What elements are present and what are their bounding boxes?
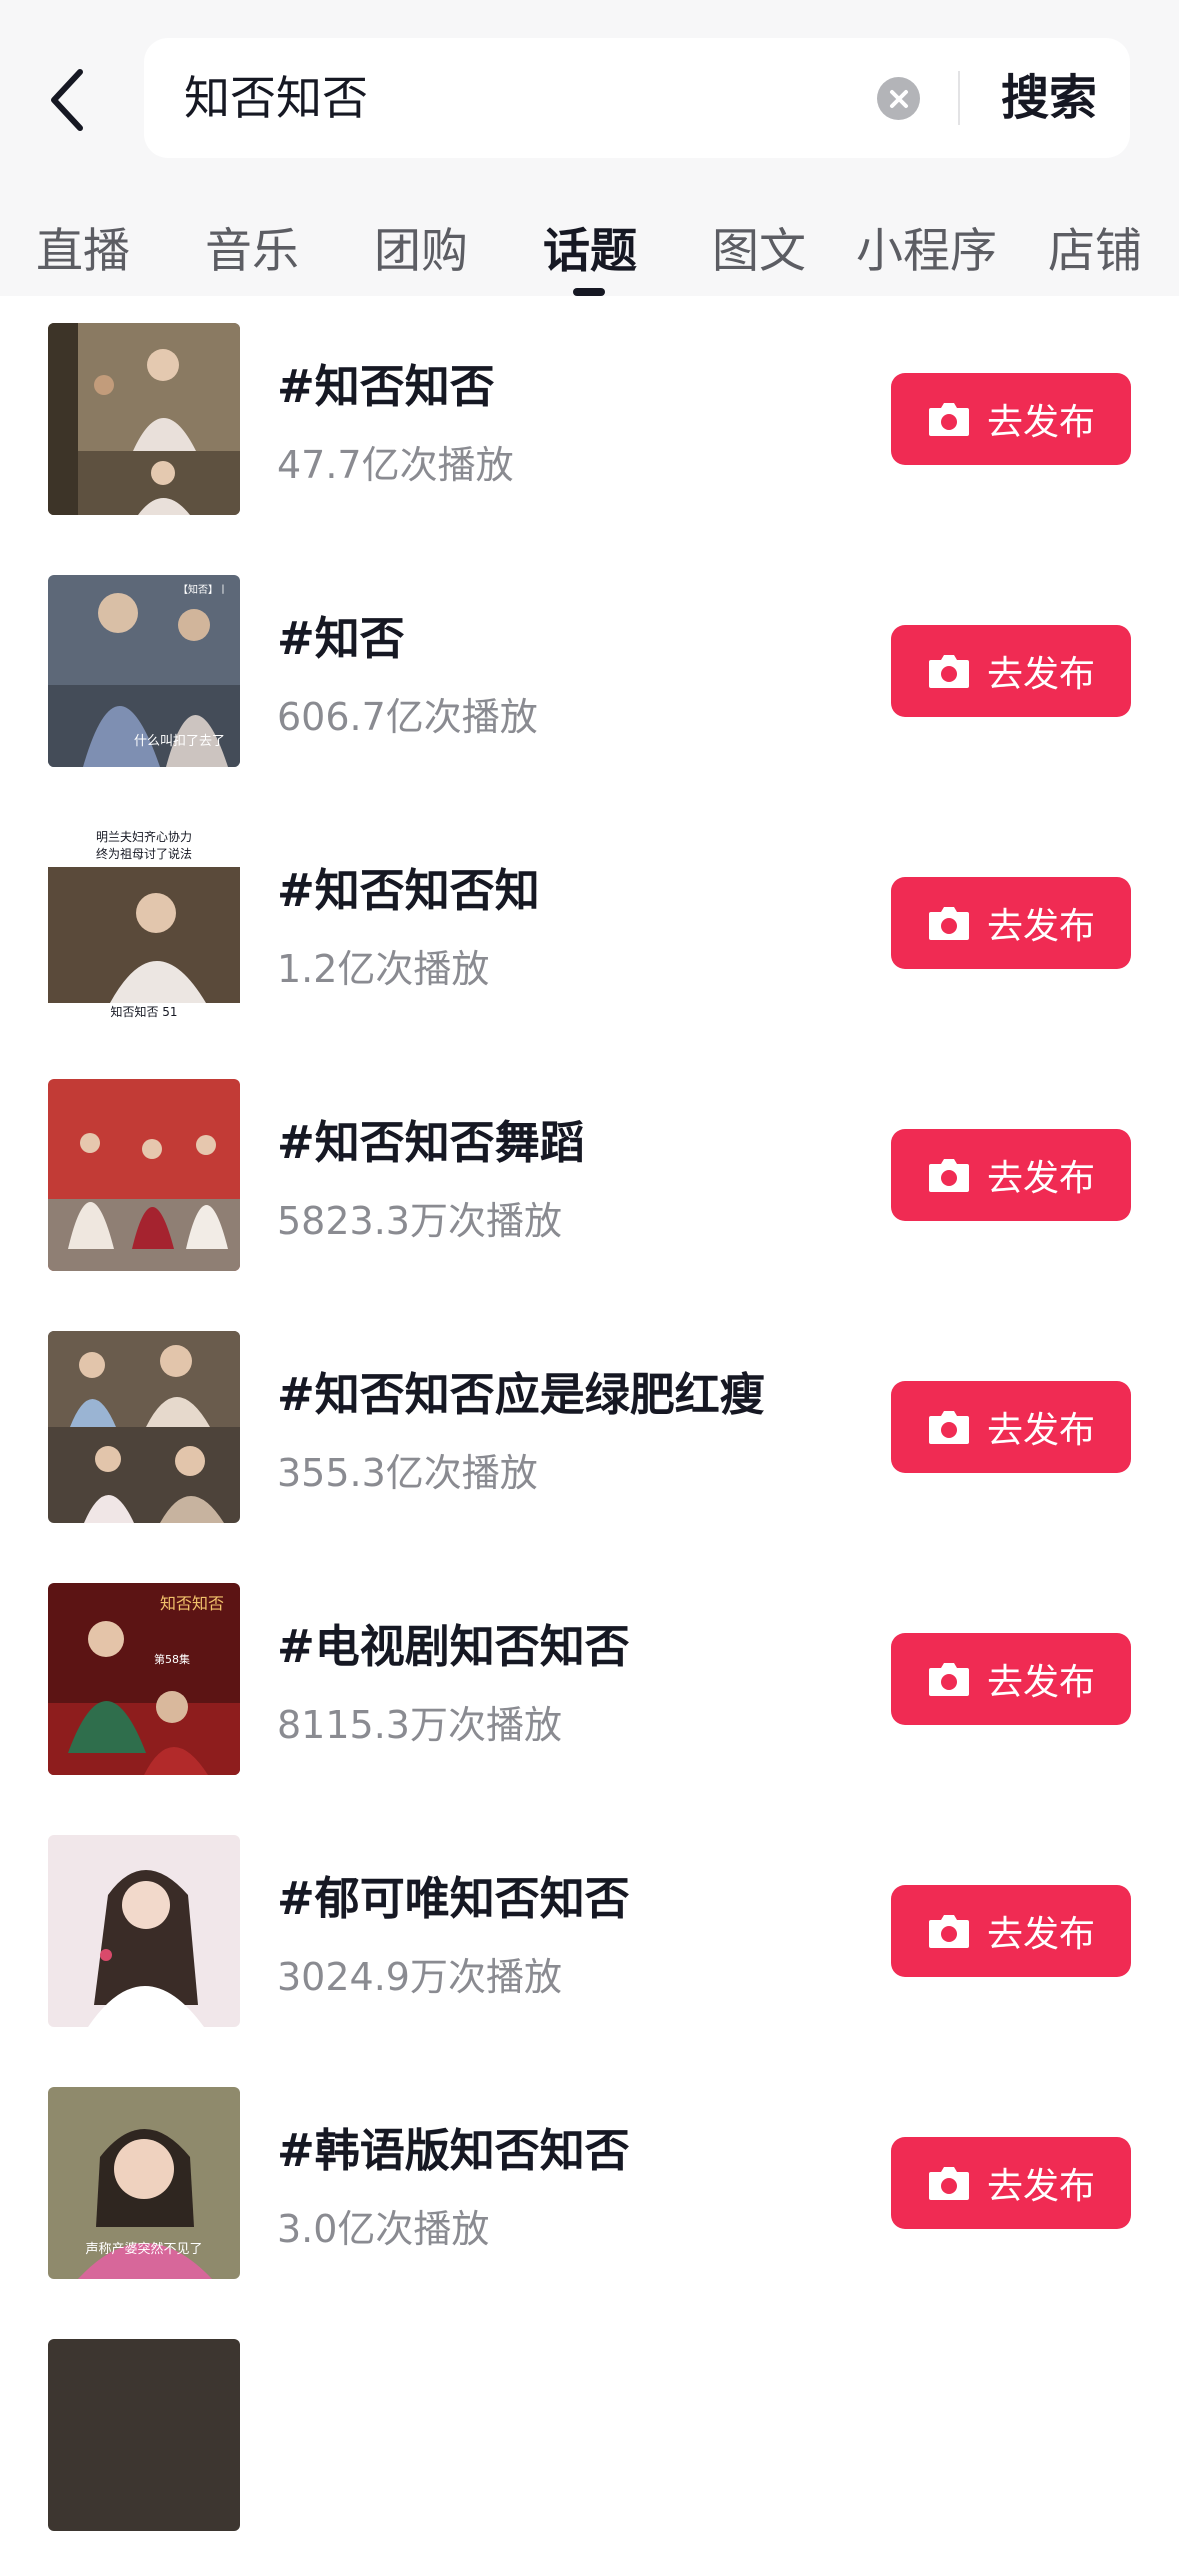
topic-title: #韩语版知否知否 (277, 2124, 630, 2177)
thumbnail-caption: 明兰夫妇齐心协力 (96, 829, 192, 844)
topic-row[interactable]: #知否知否舞蹈 5823.3万次播放 去发布 (0, 1052, 1179, 1304)
thumbnail-caption: 知否知否 51 (110, 1005, 177, 1019)
tab-live[interactable]: 直播 (36, 212, 130, 281)
topic-thumbnail (48, 323, 240, 515)
thumbnail-caption: 【知否】丨 (178, 583, 228, 596)
topic-thumbnail: 声称产婆突然不见了 (48, 2087, 240, 2279)
topic-play-count: 1.2亿次播放 (277, 947, 490, 991)
clear-search-button[interactable] (877, 77, 920, 120)
publish-button[interactable]: 去发布 (891, 877, 1131, 969)
search-button[interactable]: 搜索 (994, 38, 1104, 158)
topic-play-count: 3.0亿次播放 (277, 2207, 490, 2251)
publish-button[interactable]: 去发布 (891, 2137, 1131, 2229)
search-input[interactable]: 知否知否 搜索 (144, 38, 1130, 158)
topic-title: #知否知否知 (277, 864, 540, 917)
topic-row-partial[interactable] (0, 2312, 1179, 2564)
publish-label: 去发布 (986, 906, 1095, 947)
publish-label: 去发布 (986, 402, 1095, 443)
camera-icon (928, 907, 969, 940)
topic-thumbnail (48, 1331, 240, 1523)
topic-row[interactable]: #郁可唯知否知否 3024.9万次播放 去发布 (0, 1808, 1179, 2060)
topic-thumbnail: 知否知否 第58集 (48, 1583, 240, 1775)
tab-stores[interactable]: 店铺 (1048, 212, 1142, 281)
topic-title: #知否知否应是绿肥红瘦 (277, 1368, 765, 1421)
topic-thumbnail: 【知否】丨 什么叫扣了去了 (48, 575, 240, 767)
topic-row[interactable]: 明兰夫妇齐心协力 终为祖母讨了说法 知否知否 51 #知否知否知 1.2亿次播放… (0, 800, 1179, 1052)
publish-label: 去发布 (986, 1914, 1095, 1955)
tab-topics[interactable]: 话题 (543, 212, 637, 281)
topic-play-count: 606.7亿次播放 (277, 695, 538, 739)
thumbnail-caption: 终为祖母讨了说法 (96, 846, 192, 861)
topic-title: #知否 (277, 612, 405, 665)
publish-label: 去发布 (986, 1158, 1095, 1199)
publish-button[interactable]: 去发布 (891, 1633, 1131, 1725)
topic-title: #电视剧知否知否 (277, 1620, 630, 1673)
topic-play-count: 47.7亿次播放 (277, 443, 514, 487)
publish-label: 去发布 (986, 1410, 1095, 1451)
publish-label: 去发布 (986, 654, 1095, 695)
category-tabs: 直播 音乐 团购 话题 图文 小程序 店铺 (0, 196, 1179, 296)
close-icon (889, 89, 908, 108)
tab-mini-programs[interactable]: 小程序 (856, 212, 997, 281)
thumbnail-caption: 第58集 (154, 1652, 190, 1666)
search-query-text: 知否知否 (184, 71, 368, 125)
topic-title: #郁可唯知否知否 (277, 1872, 630, 1925)
topic-play-count: 5823.3万次播放 (277, 1199, 562, 1243)
topic-thumbnail: 明兰夫妇齐心协力 终为祖母讨了说法 知否知否 51 (48, 827, 240, 1019)
publish-button[interactable]: 去发布 (891, 373, 1131, 465)
topic-row[interactable]: 知否知否 第58集 #电视剧知否知否 8115.3万次播放 去发布 (0, 1556, 1179, 1808)
active-tab-indicator (573, 288, 605, 296)
camera-icon (928, 403, 969, 436)
tab-group-buy[interactable]: 团购 (374, 212, 468, 281)
publish-button[interactable]: 去发布 (891, 1885, 1131, 1977)
tab-music[interactable]: 音乐 (205, 212, 299, 281)
chevron-left-icon (51, 69, 83, 131)
topic-play-count: 355.3亿次播放 (277, 1451, 538, 1495)
topic-title: #知否知否舞蹈 (277, 1116, 585, 1169)
publish-button[interactable]: 去发布 (891, 625, 1131, 717)
camera-icon (928, 1411, 969, 1444)
camera-icon (928, 1915, 969, 1948)
topic-row[interactable]: 声称产婆突然不见了 #韩语版知否知否 3.0亿次播放 去发布 (0, 2060, 1179, 2312)
topic-play-count: 8115.3万次播放 (277, 1703, 562, 1747)
thumbnail-caption: 声称产婆突然不见了 (85, 2241, 202, 2257)
thumbnail-caption: 什么叫扣了去了 (134, 734, 225, 749)
publish-button[interactable]: 去发布 (891, 1129, 1131, 1221)
publish-label: 去发布 (986, 1662, 1095, 1703)
topic-thumbnail (48, 1079, 240, 1271)
publish-label: 去发布 (986, 2166, 1095, 2207)
topic-thumbnail (48, 2339, 240, 2531)
back-button[interactable] (36, 60, 96, 140)
camera-icon (928, 655, 969, 688)
topic-row[interactable]: #知否知否应是绿肥红瘦 355.3亿次播放 去发布 (0, 1304, 1179, 1556)
topic-row[interactable]: #知否知否 47.7亿次播放 去发布 (0, 296, 1179, 548)
publish-button[interactable]: 去发布 (891, 1381, 1131, 1473)
tab-image-text[interactable]: 图文 (712, 212, 806, 281)
camera-icon (928, 2167, 969, 2200)
topic-thumbnail (48, 1835, 240, 2027)
camera-icon (928, 1663, 969, 1696)
search-divider (958, 71, 960, 125)
topic-title: #知否知否 (277, 360, 495, 413)
topic-row[interactable]: 【知否】丨 什么叫扣了去了 #知否 606.7亿次播放 去发布 (0, 548, 1179, 800)
camera-icon (928, 1159, 969, 1192)
topic-play-count: 3024.9万次播放 (277, 1955, 562, 1999)
svg-text:知否知否: 知否知否 (160, 1594, 224, 1613)
